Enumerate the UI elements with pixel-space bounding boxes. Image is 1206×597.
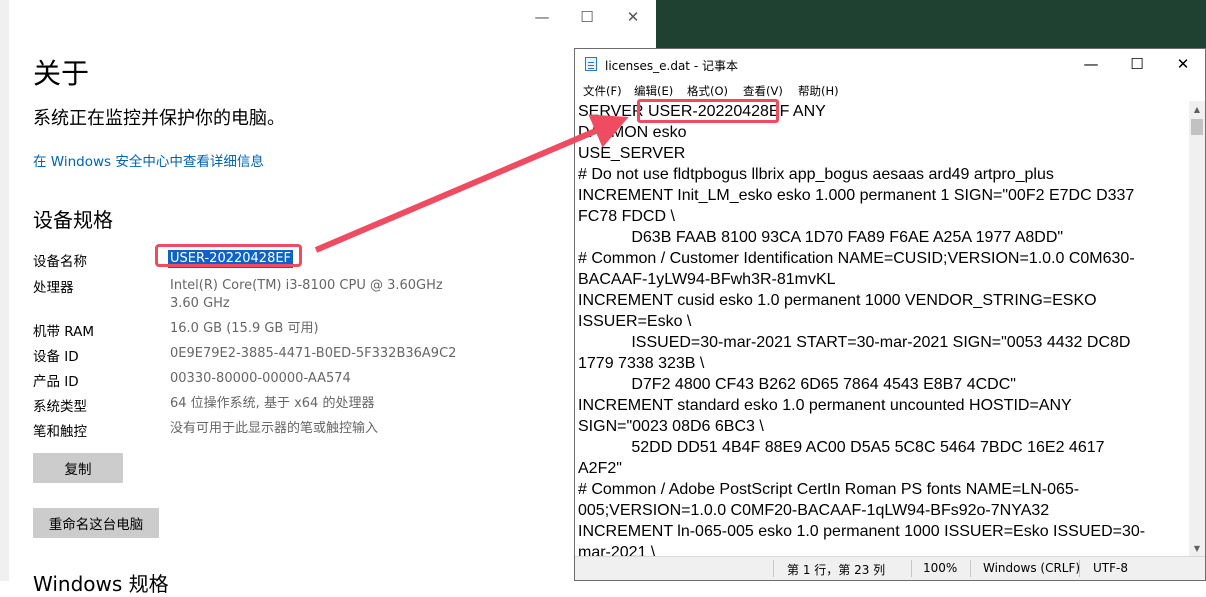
windows-spec-heading: Windows 规格 xyxy=(33,572,169,596)
notepad-statusbar: 第 1 行，第 23 列 100% Windows (CRLF) UTF-8 xyxy=(575,556,1205,580)
menu-help[interactable]: 帮助(H) xyxy=(798,83,839,99)
text-line: 52DD DD51 4B4F 88E9 AC00 D5A5 5C8C 5464 … xyxy=(578,439,1105,456)
device-name-highlight-box xyxy=(155,244,302,267)
spec-label-ram: 机带 RAM xyxy=(33,324,95,340)
text-line: 005;VERSION=1.0.0 C0MF20-BACAAF-1qLW94-B… xyxy=(578,502,1050,519)
notepad-maximize-button[interactable]: ☐ xyxy=(1114,49,1160,79)
spec-value-product-id: 00330-80000-00000-AA574 xyxy=(170,371,351,386)
notepad-text-area[interactable]: SERVER USER-20220428EF ANY DAEMON esko U… xyxy=(575,101,1189,556)
notepad-close-button[interactable]: ✕ xyxy=(1160,49,1206,79)
spec-label-device-name: 设备名称 xyxy=(33,254,87,270)
notepad-titlebar[interactable]: licenses_e.dat - 记事本 — ☐ ✕ xyxy=(575,49,1205,79)
menu-view[interactable]: 查看(V) xyxy=(743,83,783,99)
spec-label-pen-touch: 笔和触控 xyxy=(33,424,87,440)
text-line: mar-2021 \ xyxy=(578,544,656,556)
settings-window: — ☐ ✕ 关于 系统正在监控并保护你的电脑。 在 Windows 安全中心中查… xyxy=(0,0,656,596)
spec-value-ram: 16.0 GB (15.9 GB 可用) xyxy=(170,321,319,336)
notepad-minimize-button[interactable]: — xyxy=(1068,49,1114,79)
page-title: 关于 xyxy=(33,57,90,90)
settings-close-button[interactable]: ✕ xyxy=(610,2,656,32)
status-line-ending: Windows (CRLF) xyxy=(983,561,1081,575)
spec-value-device-id: 0E9E79E2-3885-4471-B0ED-5F332B36A9C2 xyxy=(170,346,457,361)
status-divider xyxy=(970,560,971,577)
menu-edit[interactable]: 编辑(E) xyxy=(634,83,673,99)
copy-button[interactable]: 复制 xyxy=(33,453,123,483)
settings-maximize-button[interactable]: ☐ xyxy=(564,2,610,32)
spec-value-processor: Intel(R) Core(TM) i3-8100 CPU @ 3.60GHz … xyxy=(170,278,443,311)
text-line: # Common / Adobe PostScript CertIn Roman… xyxy=(578,481,1080,498)
protection-status-text: 系统正在监控并保护你的电脑。 xyxy=(33,108,285,129)
status-divider xyxy=(911,560,912,577)
status-divider xyxy=(773,560,774,577)
vertical-scrollbar[interactable]: ▲ ▼ xyxy=(1189,101,1205,556)
notepad-icon xyxy=(585,57,597,71)
spec-label-processor: 处理器 xyxy=(33,280,74,296)
status-cursor-position: 第 1 行，第 23 列 xyxy=(787,563,886,577)
scrollbar-thumb[interactable] xyxy=(1191,119,1203,135)
desktop-background xyxy=(656,0,1206,48)
spec-label-product-id: 产品 ID xyxy=(33,374,79,390)
text-line: 1779 7338 323B \ xyxy=(578,355,705,372)
menu-file[interactable]: 文件(F) xyxy=(583,83,622,99)
text-line: USE_SERVER xyxy=(578,145,686,162)
server-name-highlight-box xyxy=(637,99,779,123)
text-line: A2F2" xyxy=(578,460,622,477)
rename-pc-button[interactable]: 重命名这台电脑 xyxy=(33,508,159,538)
status-zoom: 100% xyxy=(923,561,958,575)
text-line: D7F2 4800 CF43 B262 6D65 7864 4543 E8B7 … xyxy=(578,376,1016,393)
text-line: ISSUED=30-mar-2021 START=30-mar-2021 SIG… xyxy=(578,334,1131,351)
notepad-menubar: 文件(F) 编辑(E) 格式(O) 查看(V) 帮助(H) xyxy=(575,79,1205,101)
text-line: DAEMON esko xyxy=(578,124,687,141)
notepad-window: licenses_e.dat - 记事本 — ☐ ✕ 文件(F) 编辑(E) 格… xyxy=(574,48,1206,581)
status-divider xyxy=(1079,560,1080,577)
text-line: INCREMENT Init_LM_esko esko 1.000 perman… xyxy=(578,187,1135,204)
text-line: # Do not use fldtpbogus llbrix app_bogus… xyxy=(578,166,1054,183)
text-line: INCREMENT ln-065-005 esko 1.0 permanent … xyxy=(578,523,1146,540)
text-line: ISSUER=Esko \ xyxy=(578,313,692,330)
text-line: SIGN="0023 08D6 6BC3 \ xyxy=(578,418,764,435)
spec-label-device-id: 设备 ID xyxy=(33,349,79,365)
text-line: D63B FAAB 8100 93CA 1D70 FA89 F6AE A25A … xyxy=(578,229,1064,246)
text-line: # Common / Customer Identification NAME=… xyxy=(578,250,1135,267)
text-line: INCREMENT cusid esko 1.0 permanent 1000 … xyxy=(578,292,1097,309)
scroll-up-arrow-icon[interactable]: ▲ xyxy=(1189,101,1205,117)
menu-format[interactable]: 格式(O) xyxy=(687,83,728,99)
status-encoding: UTF-8 xyxy=(1093,561,1128,575)
text-line: INCREMENT standard esko 1.0 permanent un… xyxy=(578,397,1072,414)
security-center-link[interactable]: 在 Windows 安全中心中查看详细信息 xyxy=(33,150,264,170)
text-line: BACAAF-1yLW94-BFwh3R-81mvKL xyxy=(578,271,836,288)
spec-value-system-type: 64 位操作系统, 基于 x64 的处理器 xyxy=(170,396,375,411)
notepad-title: licenses_e.dat - 记事本 xyxy=(605,59,738,73)
device-spec-heading: 设备规格 xyxy=(33,208,113,232)
scroll-down-arrow-icon[interactable]: ▼ xyxy=(1189,540,1205,556)
window-edge xyxy=(0,0,9,581)
spec-label-system-type: 系统类型 xyxy=(33,399,87,415)
settings-minimize-button[interactable]: — xyxy=(519,2,565,32)
text-line: FC78 FDCD \ xyxy=(578,208,675,225)
spec-value-pen-touch: 没有可用于此显示器的笔或触控输入 xyxy=(170,421,379,436)
